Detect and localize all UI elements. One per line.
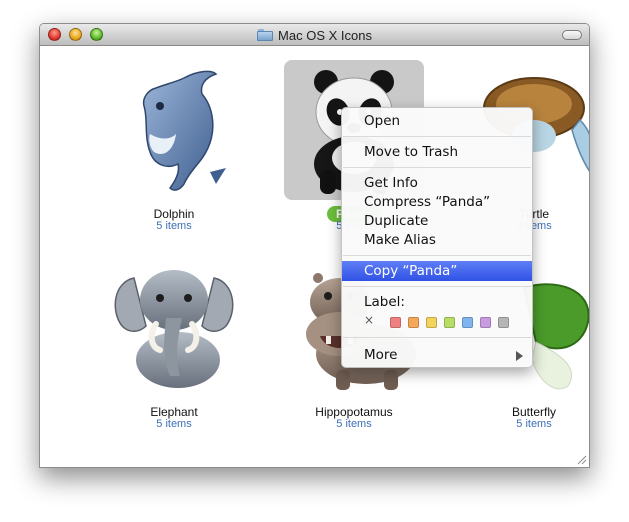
elephant-icon[interactable] [104,258,244,398]
menu-item-more[interactable]: More [342,345,532,365]
menu-separator [343,337,531,338]
folder-item-dolphin[interactable]: Dolphin 5 items [99,52,249,242]
label-swatch-purple[interactable] [480,317,491,328]
resize-grip-icon[interactable] [575,453,587,465]
menu-label-heading: Label: [364,294,405,310]
context-menu: Open Move to Trash Get Info Compress “Pa… [341,107,533,368]
toolbar-toggle-button[interactable] [562,30,582,40]
folder-item-elephant[interactable]: Elephant 5 items [99,250,249,440]
menu-separator [343,286,531,287]
submenu-arrow-icon [516,351,523,361]
no-label-button[interactable]: × [364,313,374,327]
menu-separator [343,167,531,168]
label-swatch-green[interactable] [444,317,455,328]
label-swatch-gray[interactable] [498,317,509,328]
menu-item-compress[interactable]: Compress “Panda” [342,192,532,212]
item-count: 5 items [156,418,192,430]
menu-separator [343,255,531,256]
item-count: 5 items [156,220,192,232]
label-swatch-yellow[interactable] [426,317,437,328]
label-swatch-blue[interactable] [462,317,473,328]
menu-item-duplicate[interactable]: Duplicate [342,211,532,231]
title-bar[interactable]: Mac OS X Icons [40,24,589,46]
menu-item-get-info[interactable]: Get Info [342,173,532,193]
menu-item-copy[interactable]: Copy “Panda” [342,261,532,281]
window-title: Mac OS X Icons [278,27,372,43]
item-count: 5 items [336,418,372,430]
item-count: 5 items [516,418,552,430]
label-swatch-orange[interactable] [408,317,419,328]
menu-item-more-label: More [364,347,398,363]
dolphin-icon[interactable] [104,60,244,200]
menu-item-make-alias[interactable]: Make Alias [342,230,532,250]
menu-item-open[interactable]: Open [342,111,532,131]
menu-item-move-to-trash[interactable]: Move to Trash [342,142,532,162]
folder-icon [257,29,274,41]
menu-separator [343,136,531,137]
label-swatch-red[interactable] [390,317,401,328]
